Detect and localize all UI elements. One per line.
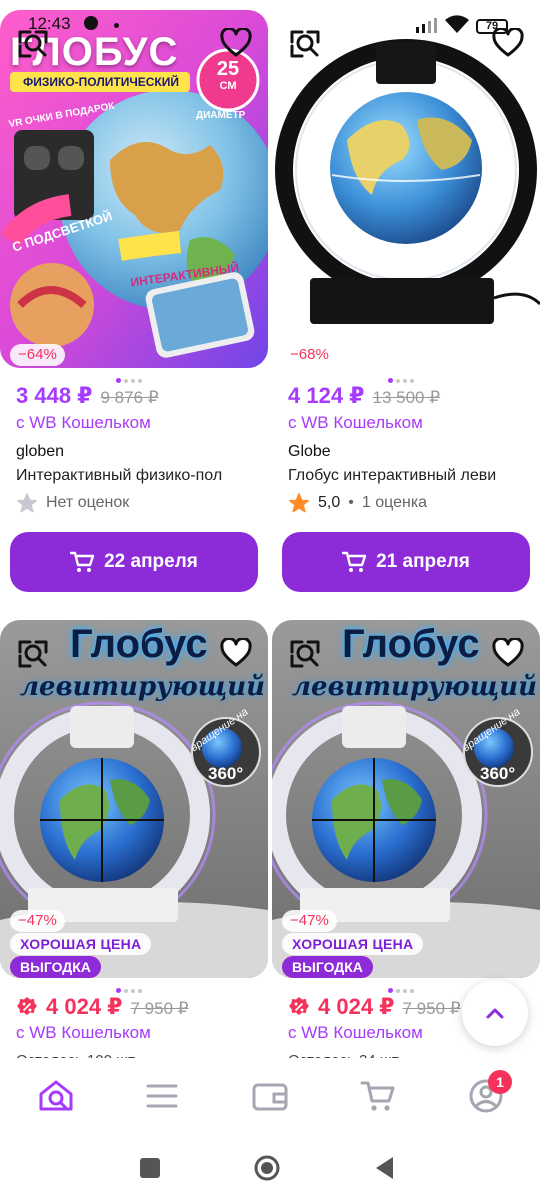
catalog-menu-icon[interactable] <box>142 1076 182 1116</box>
wallet-price-note: с WB Кошельком <box>288 413 423 432</box>
profile-notification-badge: 1 <box>488 1070 512 1094</box>
bottom-navigation <box>0 1058 540 1140</box>
old-price: 9 876 ₽ <box>100 388 159 407</box>
price: 4 124 ₽ <box>288 383 365 408</box>
product-name[interactable]: Интерактивный физико-пол <box>16 467 252 485</box>
image-title: Глобус <box>70 622 208 666</box>
price-row: 3 448 ₽ 9 876 ₽ <box>16 383 159 409</box>
wallet-price-note: с WB Кошельком <box>288 1023 423 1042</box>
product-image[interactable]: −68% <box>272 10 540 368</box>
product-card[interactable]: −68% 4 124 ₽ 13 500 ₽ с WB Кошельком Glo… <box>272 10 540 596</box>
add-to-cart-button[interactable]: 22 апреля <box>10 532 258 592</box>
scroll-to-top-button[interactable] <box>462 980 528 1046</box>
delivery-date: 21 апреля <box>376 551 470 572</box>
favorite-heart-icon[interactable] <box>492 28 524 58</box>
product-brand: globen <box>16 443 65 460</box>
home-search-icon[interactable] <box>36 1076 76 1116</box>
wallet-price-note: с WB Кошельком <box>16 1023 151 1042</box>
image-size-unit: СМ <box>219 80 237 92</box>
image-subtitle: левитирующий <box>292 672 538 702</box>
image-pager <box>116 982 156 994</box>
product-image[interactable]: Глобус левитирующий вращение на 360° −47… <box>0 620 268 978</box>
favorite-heart-icon[interactable] <box>220 638 252 668</box>
rating-separator: • <box>348 494 354 511</box>
good-price-badge: ХОРОШАЯ ЦЕНА <box>10 933 152 955</box>
rating-row: Нет оценок <box>16 492 129 514</box>
chevron-up-icon <box>486 1008 504 1019</box>
price-row: 4 024 ₽ 7 950 ₽ <box>288 994 461 1020</box>
image-title: Глобус <box>342 622 480 666</box>
image-subtitle: левитирующий <box>20 672 266 702</box>
price-row: 4 124 ₽ 13 500 ₽ <box>288 383 440 409</box>
sale-percent-icon <box>17 997 37 1015</box>
product-card[interactable]: Глобус левитирующий вращение на 360° −47… <box>0 620 268 1069</box>
rating-row: 5,0 • 1 оценка <box>288 492 427 514</box>
recent-apps-icon[interactable] <box>139 1157 161 1179</box>
system-navigation-bar <box>0 1140 540 1200</box>
product-brand: Globe <box>288 443 331 460</box>
star-filled-icon <box>289 493 309 513</box>
rating-value: 5,0 <box>318 494 341 511</box>
image-pager <box>116 372 156 384</box>
image-size-number: 25 <box>216 58 240 80</box>
delivery-date: 22 апреля <box>104 551 198 572</box>
old-price: 7 950 ₽ <box>130 999 189 1018</box>
wallet-icon[interactable] <box>250 1076 290 1116</box>
search-similar-icon[interactable] <box>288 638 322 670</box>
cart-icon <box>70 551 95 572</box>
discount-badge: −47% <box>10 910 65 932</box>
add-to-cart-button[interactable]: 21 апреля <box>282 532 530 592</box>
rating-count: 1 оценка <box>361 494 428 511</box>
image-pager <box>388 982 428 994</box>
profit-badge: ВЫГОДКА <box>282 956 373 978</box>
cart-nav-icon[interactable] <box>358 1076 398 1116</box>
wallet-price-note: с WB Кошельком <box>16 413 151 432</box>
image-degrees: 360° <box>208 764 244 783</box>
product-card[interactable]: ГЛОБУС ФИЗИКО-ПОЛИТИЧЕСКИЙ 25 СМ ДИАМЕТР… <box>0 10 268 596</box>
old-price: 13 500 ₽ <box>372 388 441 407</box>
image-size-caption: ДИАМЕТР <box>196 110 246 121</box>
discount-badge: −68% <box>282 344 337 366</box>
price: 4 024 ₽ <box>318 994 395 1019</box>
rating-text: Нет оценок <box>46 494 130 511</box>
profit-badge: ВЫГОДКА <box>10 956 101 978</box>
star-empty-icon <box>17 493 37 513</box>
search-similar-icon[interactable] <box>16 28 50 60</box>
discount-badge: −64% <box>10 344 65 366</box>
price: 3 448 ₽ <box>16 383 93 408</box>
price: 4 024 ₽ <box>46 994 123 1019</box>
price-row: 4 024 ₽ 7 950 ₽ <box>16 994 189 1020</box>
image-subtitle: ФИЗИКО-ПОЛИТИЧЕСКИЙ <box>23 75 179 89</box>
search-similar-icon[interactable] <box>288 28 322 60</box>
cart-icon <box>342 551 367 572</box>
favorite-heart-icon[interactable] <box>220 28 252 58</box>
product-image[interactable]: ГЛОБУС ФИЗИКО-ПОЛИТИЧЕСКИЙ 25 СМ ДИАМЕТР… <box>0 10 268 368</box>
home-button-icon[interactable] <box>253 1154 281 1182</box>
good-price-badge: ХОРОШАЯ ЦЕНА <box>282 933 424 955</box>
sale-percent-icon <box>289 997 309 1015</box>
search-similar-icon[interactable] <box>16 638 50 670</box>
back-button-icon[interactable] <box>373 1155 395 1181</box>
product-name[interactable]: Глобус интерактивный леви <box>288 467 524 485</box>
product-photo-levitating-globe <box>272 10 540 368</box>
image-degrees: 360° <box>480 764 516 783</box>
favorite-heart-icon[interactable] <box>492 638 524 668</box>
discount-badge: −47% <box>282 910 337 932</box>
product-image[interactable]: Глобус левитирующий вращение на 360° −47… <box>272 620 540 978</box>
old-price: 7 950 ₽ <box>402 999 461 1018</box>
image-pager <box>388 372 428 384</box>
